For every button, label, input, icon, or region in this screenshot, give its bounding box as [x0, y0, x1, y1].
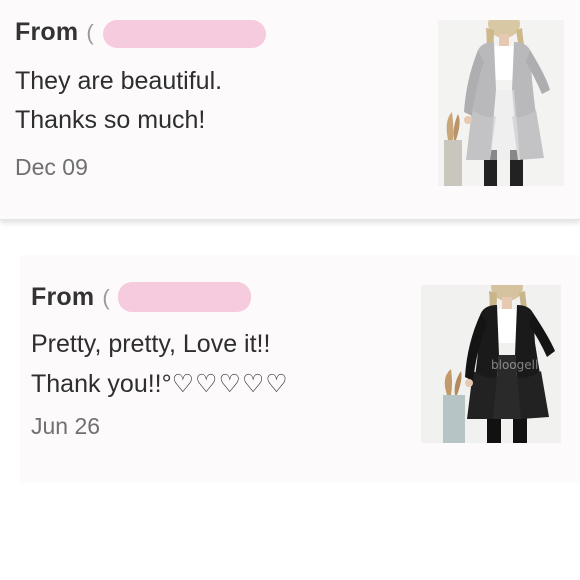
review-author-row: From (: [15, 18, 94, 47]
review-message-line: Thank you!!°♡♡♡♡♡: [31, 364, 289, 404]
from-label: From: [15, 18, 79, 46]
review-message-line: Pretty, pretty, Love it!!: [31, 330, 271, 358]
gray-cardigan-image: [438, 20, 564, 186]
review-author-row: From (: [31, 283, 110, 312]
review-message-text: Thank you!!°: [31, 370, 172, 398]
review-card: From ( Pretty, pretty, Love it!! Thank y…: [20, 255, 580, 483]
product-thumbnail[interactable]: bloogell: [421, 285, 561, 443]
redacted-author-name: [118, 282, 251, 312]
review-message: Pretty, pretty, Love it!! Thank you!!°♡♡…: [31, 325, 289, 404]
review-message-line: They are beautiful.: [15, 67, 223, 95]
author-paren: (: [86, 19, 94, 45]
product-thumbnail[interactable]: [438, 20, 564, 186]
black-cardigan-image: bloogell: [421, 285, 561, 443]
review-date: Jun 26: [31, 413, 101, 439]
watermark-text: bloogell: [491, 358, 538, 372]
heart-icons: ♡♡♡♡♡: [171, 369, 289, 398]
review-date: Dec 09: [15, 154, 88, 180]
review-card: From ( They are beautiful. Thanks so muc…: [0, 0, 580, 220]
redacted-author-name: [103, 20, 266, 48]
from-label: From: [31, 283, 95, 311]
review-message-line: Thanks so much!: [15, 106, 206, 134]
review-message: They are beautiful. Thanks so much!: [15, 62, 222, 140]
author-paren: (: [102, 284, 110, 310]
